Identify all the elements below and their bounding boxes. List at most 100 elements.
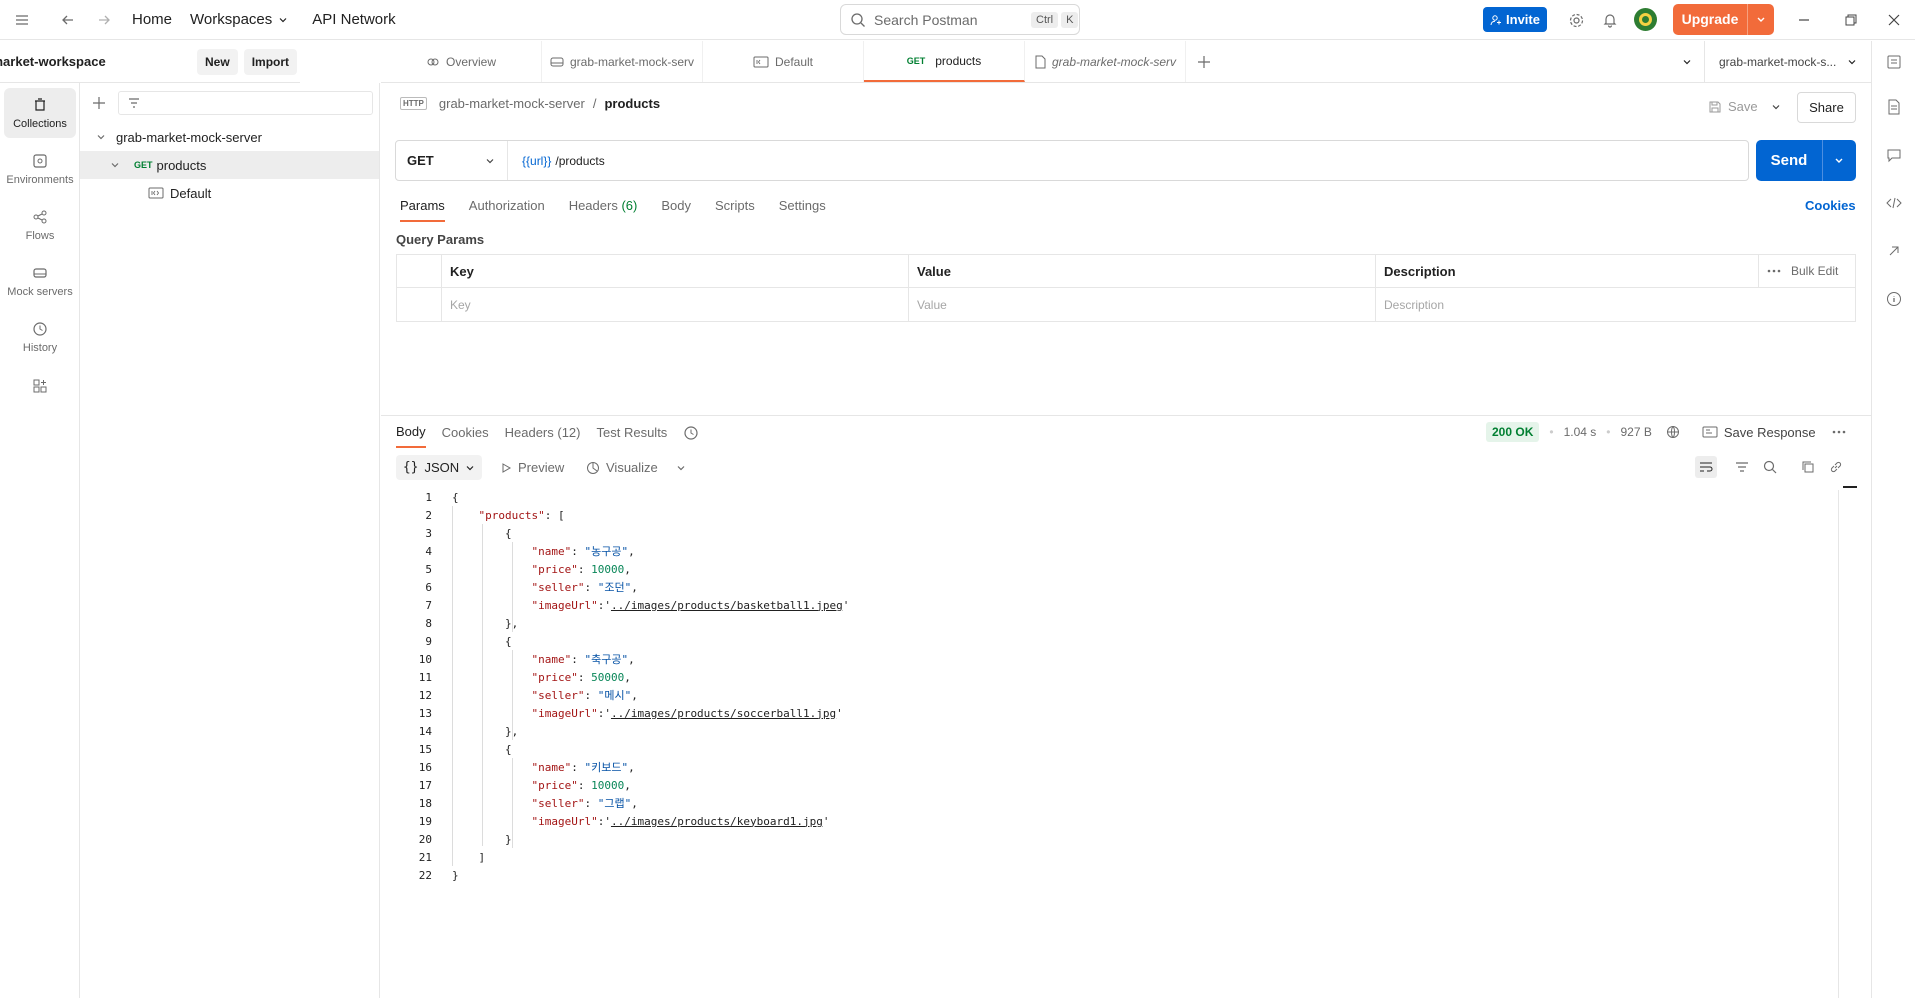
search-icon[interactable]: [1763, 460, 1777, 474]
restore-icon[interactable]: [1837, 6, 1865, 34]
copy-icon[interactable]: [1801, 460, 1815, 474]
tab-mock-server-2-label: grab-market-mock-serv: [1051, 54, 1177, 69]
close-icon[interactable]: [1880, 6, 1908, 34]
chevron-down-icon: [1772, 105, 1780, 110]
invite-button[interactable]: Invite: [1483, 7, 1547, 32]
home-link[interactable]: Home: [132, 11, 172, 28]
documentation-icon[interactable]: [1872, 83, 1915, 131]
search-input[interactable]: Search Postman Ctrl K: [840, 4, 1080, 35]
tab-list-dropdown[interactable]: [1669, 41, 1705, 82]
chevron-down-icon[interactable]: [110, 160, 120, 170]
save-options-dropdown[interactable]: [1771, 102, 1781, 112]
link-icon[interactable]: [1829, 460, 1843, 474]
import-button[interactable]: Import: [243, 48, 298, 75]
environment-quicklook-icon[interactable]: [1872, 41, 1915, 83]
url-input[interactable]: {{url}} /products: [508, 141, 1748, 180]
info-icon[interactable]: [1872, 275, 1915, 323]
response-tab-tests[interactable]: Test Results: [597, 425, 668, 447]
code-icon[interactable]: [1872, 179, 1915, 227]
new-button[interactable]: New: [197, 48, 238, 75]
breadcrumb-collection[interactable]: grab-market-mock-server: [439, 96, 585, 111]
new-tab-button[interactable]: [1186, 41, 1222, 82]
more-dots-icon[interactable]: [1832, 430, 1846, 434]
save-response-button[interactable]: Save Response: [1702, 425, 1816, 440]
response-tab-cookies[interactable]: Cookies: [442, 425, 489, 447]
method-select[interactable]: GET: [396, 141, 508, 180]
tab-overview[interactable]: Overview: [381, 41, 542, 82]
tab-headers[interactable]: Headers (6): [569, 198, 638, 222]
tab-mock-server-2[interactable]: grab-market-mock-serv: [1025, 41, 1186, 82]
plus-icon[interactable]: [92, 96, 106, 110]
chevron-down-icon[interactable]: [1748, 14, 1774, 26]
rail-history[interactable]: History: [4, 312, 76, 362]
forward-arrow-icon[interactable]: [90, 6, 118, 34]
minimize-icon[interactable]: [1790, 6, 1818, 34]
tab-default[interactable]: Default: [703, 41, 864, 82]
play-icon: [502, 462, 512, 473]
upgrade-button[interactable]: Upgrade: [1673, 4, 1774, 35]
filter-input[interactable]: [118, 91, 373, 115]
response-size[interactable]: 927 B: [1620, 425, 1651, 439]
scroll-thumb[interactable]: [1843, 486, 1857, 488]
tab-products[interactable]: GET products: [864, 41, 1025, 82]
response-tools: [1695, 456, 1843, 478]
line-number: 11: [418, 670, 432, 684]
back-arrow-icon[interactable]: [54, 6, 82, 34]
status-badge[interactable]: 200 OK: [1486, 422, 1540, 442]
tab-mock-server[interactable]: grab-market-mock-serv: [542, 41, 703, 82]
globe-network-icon[interactable]: [1666, 424, 1682, 440]
tab-body[interactable]: Body: [661, 198, 691, 222]
tab-settings[interactable]: Settings: [779, 198, 826, 222]
tab-authorization[interactable]: Authorization: [469, 198, 545, 222]
workspaces-menu[interactable]: Workspaces: [190, 11, 288, 28]
response-tab-body[interactable]: Body: [396, 424, 426, 448]
related-collections-icon[interactable]: [1872, 227, 1915, 275]
rail-environments[interactable]: Environments: [4, 144, 76, 194]
method-label: GET: [407, 153, 434, 168]
api-network-link[interactable]: API Network: [312, 11, 395, 28]
wrap-lines-icon[interactable]: [1695, 456, 1717, 478]
share-button[interactable]: Share: [1797, 92, 1856, 123]
rail-flows[interactable]: Flows: [4, 200, 76, 250]
response-tab-headers[interactable]: Headers (12): [505, 425, 581, 447]
format-select[interactable]: {} JSON: [396, 455, 482, 480]
environment-selector[interactable]: grab-market-mock-s...: [1705, 41, 1871, 82]
save-button[interactable]: Save: [1708, 99, 1758, 114]
gear-icon[interactable]: [1562, 6, 1590, 34]
menu-icon[interactable]: [8, 6, 36, 34]
description-input[interactable]: Description: [1376, 288, 1855, 321]
rail-collections[interactable]: Collections: [4, 88, 76, 138]
avatar[interactable]: [1634, 8, 1657, 31]
chevron-down-icon[interactable]: [96, 132, 106, 142]
rail-mock-servers[interactable]: Mock servers: [4, 256, 76, 306]
chevron-down-icon[interactable]: [1823, 155, 1856, 167]
send-button[interactable]: Send: [1756, 140, 1856, 181]
tab-bar: Overview grab-market-mock-serv Default G…: [381, 41, 1871, 83]
row-checkbox[interactable]: [397, 288, 442, 321]
rail-configure[interactable]: [4, 368, 76, 404]
response-body-editor[interactable]: 1{2 "products": [3 {4 "name": "농구공", 5 "p…: [400, 488, 850, 884]
key-input[interactable]: Key: [442, 288, 909, 321]
cookies-link[interactable]: Cookies: [1805, 198, 1856, 213]
tree-example[interactable]: Default: [80, 179, 379, 207]
visualize-button[interactable]: Visualize: [586, 460, 686, 475]
chevron-down-icon[interactable]: [676, 463, 686, 473]
bulk-edit[interactable]: Bulk Edit: [1759, 255, 1855, 287]
more-dots-icon[interactable]: [1767, 269, 1781, 273]
comments-icon[interactable]: [1872, 131, 1915, 179]
line-number: 4: [425, 544, 432, 558]
tab-params[interactable]: Params: [400, 198, 445, 222]
editor-scrollbar[interactable]: [1838, 490, 1839, 998]
line-number: 6: [425, 580, 432, 594]
bell-icon[interactable]: [1596, 6, 1624, 34]
response-time[interactable]: 1.04 s: [1564, 425, 1597, 439]
tab-scripts[interactable]: Scripts: [715, 198, 755, 222]
tree-request[interactable]: GET products: [80, 151, 379, 179]
value-input[interactable]: Value: [909, 288, 1376, 321]
response-divider[interactable]: [381, 415, 1871, 416]
tree-collection[interactable]: grab-market-mock-server: [80, 123, 379, 151]
workspace-name[interactable]: grab-market-workspace: [0, 54, 197, 69]
preview-button[interactable]: Preview: [500, 460, 564, 475]
filter-icon[interactable]: [1735, 460, 1749, 474]
history-icon[interactable]: [683, 425, 699, 441]
